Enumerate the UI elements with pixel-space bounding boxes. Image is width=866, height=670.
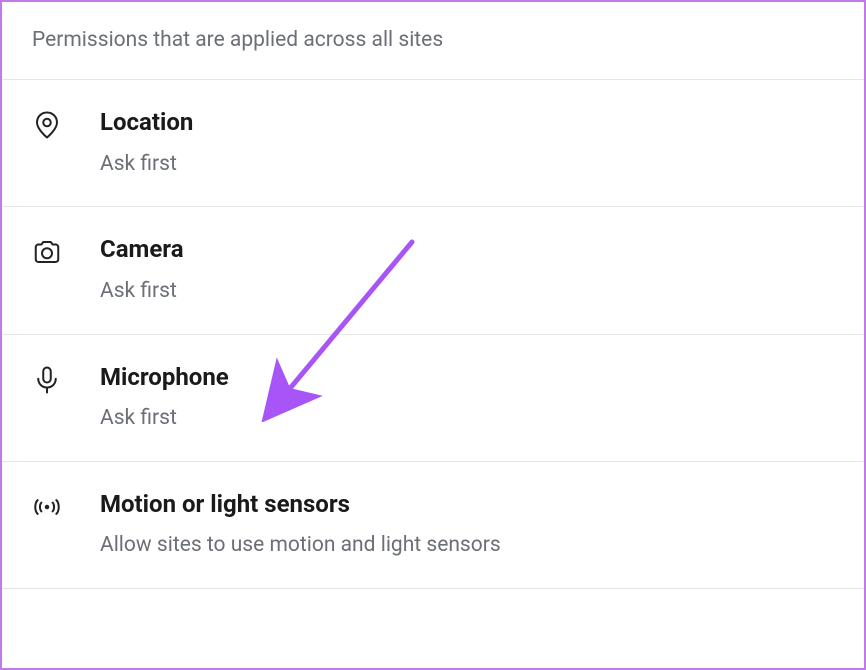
permission-subtitle: Ask first [100,151,834,178]
permission-row-microphone[interactable]: Microphone Ask first [2,335,864,462]
permission-text: Microphone Ask first [100,363,834,433]
permissions-panel: Permissions that are applied across all … [0,0,866,670]
permission-text: Motion or light sensors Allow sites to u… [100,490,834,560]
permission-title: Motion or light sensors [100,490,834,519]
permission-title: Microphone [100,363,834,392]
permission-row-camera[interactable]: Camera Ask first [2,207,864,334]
camera-icon [32,235,100,267]
permission-subtitle: Ask first [100,278,834,305]
location-icon [32,108,100,140]
permission-title: Camera [100,235,834,264]
permission-text: Location Ask first [100,108,834,178]
permissions-header: Permissions that are applied across all … [2,2,864,80]
permission-text: Camera Ask first [100,235,834,305]
motion-sensor-icon [32,490,100,522]
permission-title: Location [100,108,834,137]
permissions-header-text: Permissions that are applied across all … [32,28,443,52]
microphone-icon [32,363,100,395]
permission-row-location[interactable]: Location Ask first [2,80,864,207]
permission-subtitle: Allow sites to use motion and light sens… [100,532,834,559]
permission-subtitle: Ask first [100,405,834,432]
permission-row-motion-sensors[interactable]: Motion or light sensors Allow sites to u… [2,462,864,589]
